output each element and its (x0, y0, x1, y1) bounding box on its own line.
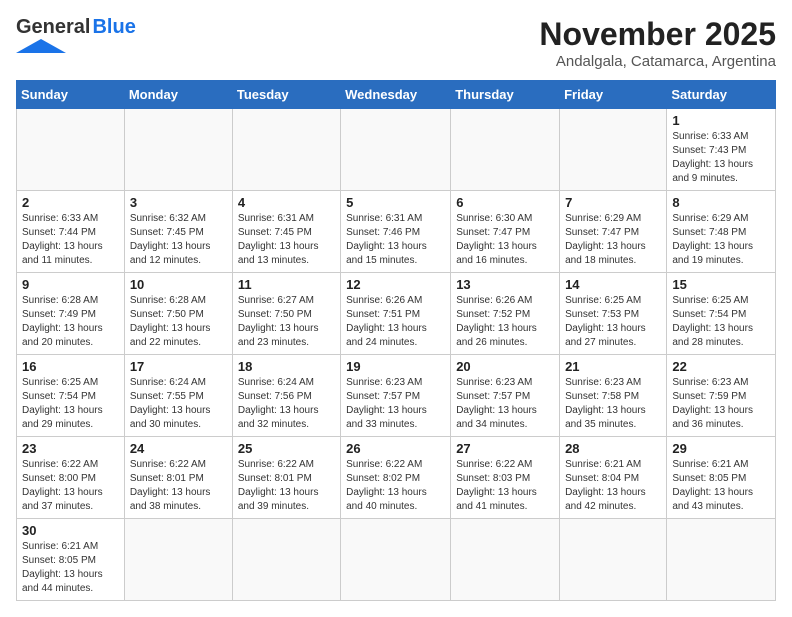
day-21: 21 Sunrise: 6:23 AM Sunset: 7:58 PM Dayl… (560, 355, 667, 437)
empty-cell (232, 109, 340, 191)
day-18: 18 Sunrise: 6:24 AM Sunset: 7:56 PM Dayl… (232, 355, 340, 437)
location-subtitle: Andalgala, Catamarca, Argentina (539, 53, 776, 70)
empty-cell (560, 519, 667, 601)
calendar-row-6: 30 Sunrise: 6:21 AM Sunset: 8:05 PM Dayl… (17, 519, 776, 601)
day-8: 8 Sunrise: 6:29 AM Sunset: 7:48 PM Dayli… (667, 191, 776, 273)
day-25: 25 Sunrise: 6:22 AM Sunset: 8:01 PM Dayl… (232, 437, 340, 519)
day-4: 4 Sunrise: 6:31 AM Sunset: 7:45 PM Dayli… (232, 191, 340, 273)
day-15: 15 Sunrise: 6:25 AM Sunset: 7:54 PM Dayl… (667, 273, 776, 355)
day-19: 19 Sunrise: 6:23 AM Sunset: 7:57 PM Dayl… (341, 355, 451, 437)
empty-cell (232, 519, 340, 601)
empty-cell (451, 109, 560, 191)
title-section: November 2025 Andalgala, Catamarca, Arge… (539, 16, 776, 70)
logo: General Blue (16, 16, 136, 53)
day-24: 24 Sunrise: 6:22 AM Sunset: 8:01 PM Dayl… (124, 437, 232, 519)
header-friday: Friday (560, 81, 667, 109)
calendar-row-3: 9 Sunrise: 6:28 AM Sunset: 7:49 PM Dayli… (17, 273, 776, 355)
day-22: 22 Sunrise: 6:23 AM Sunset: 7:59 PM Dayl… (667, 355, 776, 437)
day-23: 23 Sunrise: 6:22 AM Sunset: 8:00 PM Dayl… (17, 437, 125, 519)
empty-cell (124, 109, 232, 191)
header-thursday: Thursday (451, 81, 560, 109)
day-11: 11 Sunrise: 6:27 AM Sunset: 7:50 PM Dayl… (232, 273, 340, 355)
day-28: 28 Sunrise: 6:21 AM Sunset: 8:04 PM Dayl… (560, 437, 667, 519)
empty-cell (124, 519, 232, 601)
calendar-row-1: 1 Sunrise: 6:33 AM Sunset: 7:43 PM Dayli… (17, 109, 776, 191)
day-1: 1 Sunrise: 6:33 AM Sunset: 7:43 PM Dayli… (667, 109, 776, 191)
calendar-table: Sunday Monday Tuesday Wednesday Thursday… (16, 80, 776, 601)
logo-icon (16, 39, 66, 53)
empty-cell (451, 519, 560, 601)
day-17: 17 Sunrise: 6:24 AM Sunset: 7:55 PM Dayl… (124, 355, 232, 437)
day-13: 13 Sunrise: 6:26 AM Sunset: 7:52 PM Dayl… (451, 273, 560, 355)
header-tuesday: Tuesday (232, 81, 340, 109)
day-30: 30 Sunrise: 6:21 AM Sunset: 8:05 PM Dayl… (17, 519, 125, 601)
day-26: 26 Sunrise: 6:22 AM Sunset: 8:02 PM Dayl… (341, 437, 451, 519)
day-12: 12 Sunrise: 6:26 AM Sunset: 7:51 PM Dayl… (341, 273, 451, 355)
header-monday: Monday (124, 81, 232, 109)
day-6: 6 Sunrise: 6:30 AM Sunset: 7:47 PM Dayli… (451, 191, 560, 273)
day-27: 27 Sunrise: 6:22 AM Sunset: 8:03 PM Dayl… (451, 437, 560, 519)
header-saturday: Saturday (667, 81, 776, 109)
logo-blue-text: Blue (92, 16, 135, 39)
calendar-row-5: 23 Sunrise: 6:22 AM Sunset: 8:00 PM Dayl… (17, 437, 776, 519)
day-9: 9 Sunrise: 6:28 AM Sunset: 7:49 PM Dayli… (17, 273, 125, 355)
header-wednesday: Wednesday (341, 81, 451, 109)
header-sunday: Sunday (17, 81, 125, 109)
day-3: 3 Sunrise: 6:32 AM Sunset: 7:45 PM Dayli… (124, 191, 232, 273)
day-5: 5 Sunrise: 6:31 AM Sunset: 7:46 PM Dayli… (341, 191, 451, 273)
empty-cell (667, 519, 776, 601)
empty-cell (17, 109, 125, 191)
day-10: 10 Sunrise: 6:28 AM Sunset: 7:50 PM Dayl… (124, 273, 232, 355)
day-16: 16 Sunrise: 6:25 AM Sunset: 7:54 PM Dayl… (17, 355, 125, 437)
day-7: 7 Sunrise: 6:29 AM Sunset: 7:47 PM Dayli… (560, 191, 667, 273)
month-title: November 2025 (539, 16, 776, 53)
empty-cell (341, 109, 451, 191)
empty-cell (341, 519, 451, 601)
day-2: 2 Sunrise: 6:33 AM Sunset: 7:44 PM Dayli… (17, 191, 125, 273)
empty-cell (560, 109, 667, 191)
day-20: 20 Sunrise: 6:23 AM Sunset: 7:57 PM Dayl… (451, 355, 560, 437)
calendar-row-2: 2 Sunrise: 6:33 AM Sunset: 7:44 PM Dayli… (17, 191, 776, 273)
weekday-header-row: Sunday Monday Tuesday Wednesday Thursday… (17, 81, 776, 109)
header: General Blue November 2025 Andalgala, Ca… (16, 16, 776, 70)
day-29: 29 Sunrise: 6:21 AM Sunset: 8:05 PM Dayl… (667, 437, 776, 519)
calendar-row-4: 16 Sunrise: 6:25 AM Sunset: 7:54 PM Dayl… (17, 355, 776, 437)
logo-general-text: General (16, 16, 90, 39)
day-14: 14 Sunrise: 6:25 AM Sunset: 7:53 PM Dayl… (560, 273, 667, 355)
